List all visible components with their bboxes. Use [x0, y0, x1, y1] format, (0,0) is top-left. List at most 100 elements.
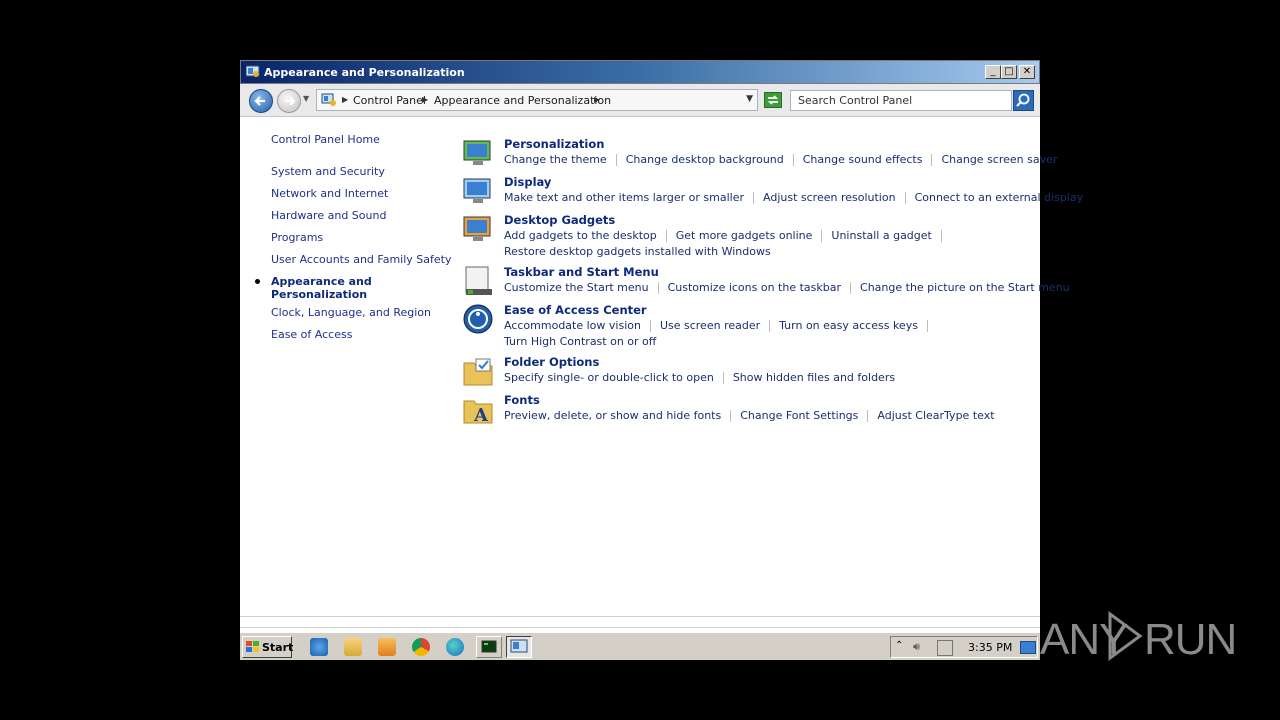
task-link[interactable]: Make text and other items larger or smal… — [504, 191, 744, 204]
sidebar-item-programs[interactable]: Programs — [271, 231, 323, 244]
category-title[interactable]: Taskbar and Start Menu — [504, 265, 659, 279]
task-link[interactable]: Turn High Contrast on or off — [504, 335, 656, 348]
refresh-button[interactable] — [764, 92, 782, 108]
sidebar-item-ease-of-access[interactable]: Ease of Access — [271, 328, 352, 341]
start-button[interactable]: Start — [242, 636, 293, 658]
task-link[interactable]: Adjust ClearType text — [877, 409, 994, 422]
chevron-right-icon[interactable]: ▶ — [342, 95, 348, 104]
task-link[interactable]: Preview, delete, or show and hide fonts — [504, 409, 721, 422]
chrome-icon[interactable] — [412, 638, 430, 656]
show-hidden-icons-icon[interactable]: ⌃ — [895, 640, 903, 651]
link-line: Turn High Contrast on or off — [504, 334, 1034, 350]
category-links: Make text and other items larger or smal… — [504, 190, 1083, 206]
link-separator — [769, 320, 771, 332]
task-link[interactable]: Customize icons on the taskbar — [668, 281, 841, 294]
sidebar-item-system-security[interactable]: System and Security — [271, 165, 385, 178]
window-bottom-border — [240, 616, 1040, 628]
chevron-right-icon[interactable]: ▶ — [594, 95, 600, 104]
taskbar-icon[interactable] — [462, 265, 494, 297]
task-link[interactable]: Change desktop background — [626, 153, 784, 166]
maximize-button[interactable]: □ — [1001, 65, 1017, 79]
show-desktop-icon[interactable] — [1020, 641, 1036, 654]
arrow-right-icon — [285, 96, 296, 106]
ease-of-access-icon[interactable] — [462, 303, 494, 335]
task-link[interactable]: Connect to an external display — [915, 191, 1084, 204]
task-link[interactable]: Adjust screen resolution — [763, 191, 896, 204]
task-link[interactable]: Show hidden files and folders — [733, 371, 895, 384]
link-separator — [649, 320, 651, 332]
chevron-down-icon[interactable]: ▼ — [746, 94, 753, 104]
task-link[interactable]: Restore desktop gadgets installed with W… — [504, 245, 771, 258]
breadcrumb-appearance[interactable]: Appearance and Personalization — [434, 94, 611, 107]
task-link[interactable]: Get more gadgets online — [676, 229, 813, 242]
sidebar-item-network[interactable]: Network and Internet — [271, 187, 388, 200]
sidebar-item-hardware[interactable]: Hardware and Sound — [271, 209, 386, 222]
category-links: Change the theme Change desktop backgroun… — [504, 152, 1057, 168]
watermark-left: ANY — [1040, 615, 1128, 664]
task-control-panel-active[interactable] — [506, 636, 532, 658]
task-link[interactable]: Accommodate low vision — [504, 319, 641, 332]
back-button[interactable] — [249, 89, 273, 113]
breadcrumb-control-panel[interactable]: Control Panel — [353, 94, 426, 107]
task-link[interactable]: Change Font Settings — [740, 409, 858, 422]
task-link[interactable]: Add gadgets to the desktop — [504, 229, 657, 242]
task-link[interactable]: Turn on easy access keys — [779, 319, 918, 332]
edge-icon[interactable] — [446, 638, 464, 656]
search-button[interactable] — [1013, 90, 1034, 111]
category-title[interactable]: Personalization — [504, 137, 604, 151]
task-link[interactable]: Specify single- or double-click to open — [504, 371, 714, 384]
category-links: Customize the Start menu Customize icons … — [504, 280, 1070, 296]
file-explorer-icon[interactable] — [344, 638, 362, 656]
sidebar-item-clock-language[interactable]: Clock, Language, and Region — [271, 306, 431, 319]
task-link[interactable]: Change sound effects — [803, 153, 923, 166]
link-line: Add gadgets to the desktop Get more gadge… — [504, 228, 1034, 244]
arrow-left-icon — [254, 96, 265, 106]
forward-button[interactable] — [277, 89, 301, 113]
network-icon[interactable] — [937, 640, 953, 656]
window-titlebar[interactable]: Appearance and Personalization _ □ ✕ — [240, 60, 1040, 84]
category-title[interactable]: Folder Options — [504, 355, 599, 369]
control-panel-icon — [321, 93, 336, 106]
task-terminal[interactable] — [476, 636, 502, 658]
chevron-right-icon[interactable]: ▶ — [422, 95, 428, 104]
recent-pages-dropdown[interactable]: ▼ — [303, 94, 309, 103]
minimize-button[interactable]: _ — [985, 65, 1001, 79]
category-title[interactable]: Fonts — [504, 393, 540, 407]
link-separator — [926, 320, 928, 332]
task-link[interactable]: Change the picture on the Start menu — [860, 281, 1070, 294]
task-link[interactable]: Use screen reader — [660, 319, 760, 332]
windows-logo-icon — [246, 641, 259, 652]
folder-options-icon[interactable] — [462, 355, 494, 387]
category-links: Specify single- or double-click to open S… — [504, 370, 1034, 386]
category-title[interactable]: Desktop Gadgets — [504, 213, 615, 227]
search-input[interactable]: Search Control Panel — [790, 90, 1012, 111]
internet-explorer-icon[interactable] — [310, 638, 328, 656]
task-link[interactable]: Change the theme — [504, 153, 607, 166]
task-link[interactable]: Uninstall a gadget — [831, 229, 931, 242]
volume-icon[interactable]: 🔊︎ — [913, 640, 920, 654]
link-separator — [931, 154, 933, 166]
task-link[interactable]: Customize the Start menu — [504, 281, 649, 294]
media-player-icon[interactable] — [378, 638, 396, 656]
clock[interactable]: 3:35 PM — [968, 641, 1012, 654]
sidebar-item-home[interactable]: Control Panel Home — [271, 133, 380, 146]
category-title[interactable]: Ease of Access Center — [504, 303, 647, 317]
category-links: Add gadgets to the desktop Get more gadge… — [504, 228, 1034, 260]
anyrun-watermark: ANY RUN — [1040, 606, 1240, 666]
close-button[interactable]: ✕ — [1019, 65, 1035, 79]
link-separator — [722, 372, 724, 384]
gadgets-icon[interactable] — [462, 213, 494, 245]
control-panel-icon — [510, 639, 528, 653]
sidebar-item-user-accounts[interactable]: User Accounts and Family Safety — [271, 253, 451, 266]
breadcrumb[interactable]: ▶ Control Panel ▶ Appearance and Persona… — [316, 89, 758, 111]
personalization-icon[interactable] — [462, 137, 494, 169]
link-separator — [730, 410, 732, 422]
task-link[interactable]: Change screen saver — [941, 153, 1057, 166]
category-links: Accommodate low vision Use screen reader T… — [504, 318, 1034, 350]
display-icon[interactable] — [462, 175, 494, 207]
sidebar-item-appearance-current: Appearance and — [271, 275, 372, 288]
category-links: Preview, delete, or show and hide fonts C… — [504, 408, 1034, 424]
category-title[interactable]: Display — [504, 175, 551, 189]
taskbar: Start ⌃ 🔊︎ 3:35 PM — [240, 632, 1040, 660]
fonts-icon[interactable]: A — [462, 393, 494, 426]
